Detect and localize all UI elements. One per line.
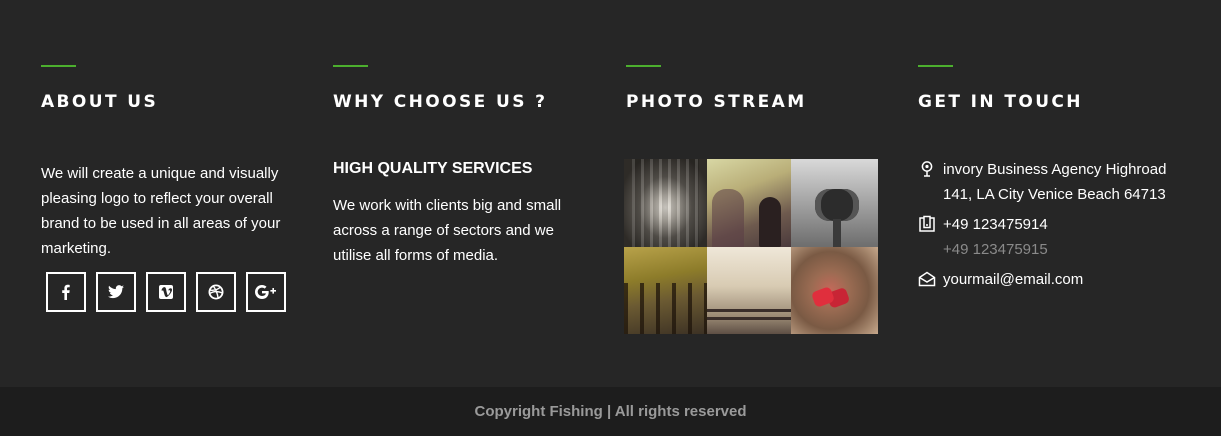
map-pin-icon xyxy=(921,161,933,177)
photo-thumbnail[interactable] xyxy=(791,247,878,334)
phone-icon xyxy=(919,215,935,232)
about-title: ABOUT US xyxy=(41,92,159,112)
contact-accent-line xyxy=(918,65,953,67)
google-plus-icon xyxy=(255,285,276,299)
facebook-button[interactable] xyxy=(46,272,86,312)
twitter-button[interactable] xyxy=(96,272,136,312)
contact-phone: +49 123475914 xyxy=(918,212,1048,237)
photo-thumbnail[interactable] xyxy=(624,247,707,334)
dribbble-button[interactable] xyxy=(196,272,236,312)
vimeo-button[interactable] xyxy=(146,272,186,312)
address-line-2: 141, LA City Venice Beach 64713 xyxy=(943,186,1166,203)
phone-number[interactable]: +49 123475914 xyxy=(943,212,1048,237)
contact-title: GET IN TOUCH xyxy=(918,92,1083,112)
photo-accent-line xyxy=(626,65,661,67)
phone-number-alt[interactable]: +49 123475915 xyxy=(943,237,1048,262)
footer-bottom-bar: Copyright Fishing | All rights reserved xyxy=(0,387,1221,436)
contact-email: yourmail@email.com xyxy=(918,267,1083,292)
copyright-text: Copyright Fishing | All rights reserved xyxy=(474,403,747,420)
photo-thumbnail[interactable] xyxy=(624,159,707,247)
why-heading: HIGH QUALITY SERVICES xyxy=(333,160,533,177)
footer-main: ABOUT US We will create a unique and vis… xyxy=(0,0,1221,387)
social-links xyxy=(46,272,286,312)
facebook-icon xyxy=(62,284,70,300)
envelope-icon xyxy=(918,271,936,287)
address-line-1: invory Business Agency Highroad xyxy=(943,161,1167,178)
about-accent-line xyxy=(41,65,76,67)
vimeo-icon xyxy=(159,285,173,299)
dribbble-icon xyxy=(208,284,224,300)
contact-address: invory Business Agency Highroad 141, LA … xyxy=(918,157,1166,207)
photo-grid xyxy=(624,159,878,334)
twitter-icon xyxy=(108,285,124,299)
photo-thumbnail[interactable] xyxy=(791,159,878,247)
photo-thumbnail[interactable] xyxy=(707,247,791,334)
photo-title: PHOTO STREAM xyxy=(626,92,807,112)
photo-thumbnail[interactable] xyxy=(707,159,791,247)
why-accent-line xyxy=(333,65,368,67)
google-plus-button[interactable] xyxy=(246,272,286,312)
why-title: WHY CHOOSE US ? xyxy=(333,92,548,112)
email-link[interactable]: yourmail@email.com xyxy=(943,267,1083,292)
why-text: We work with clients big and small acros… xyxy=(333,197,562,264)
about-text: We will create a unique and visually ple… xyxy=(41,165,281,257)
